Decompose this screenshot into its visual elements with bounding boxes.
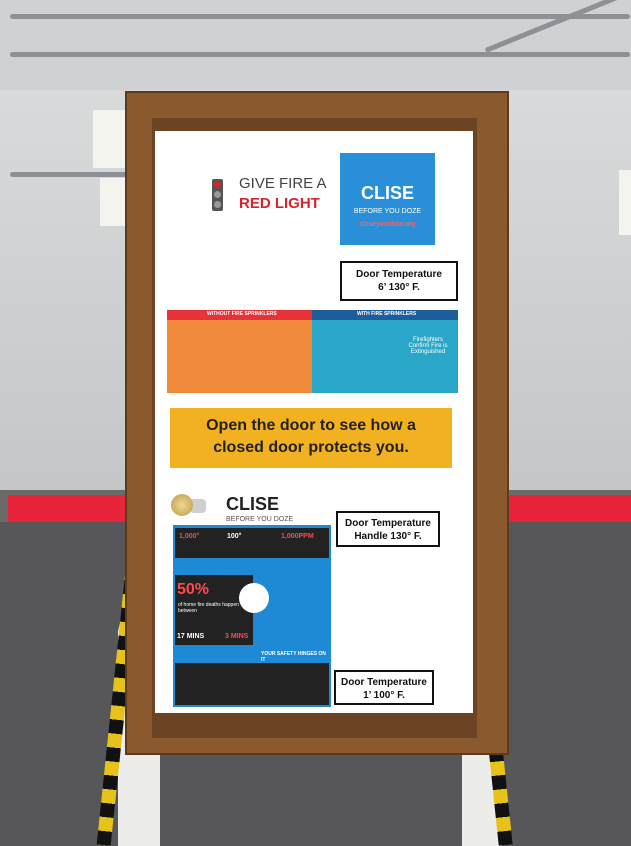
tent-window: [619, 170, 631, 235]
percent-stat: 50%: [177, 581, 210, 598]
sign-line-2: RED LIGHT: [239, 195, 320, 212]
stat-3: 1,000PPM: [281, 533, 314, 540]
open-sign-line-1: Open the door to see how a: [206, 417, 416, 434]
roof-pipe: [10, 14, 630, 19]
logo-subtitle: BEFORE YOU DOZE: [226, 516, 294, 523]
tent-red-band: [8, 495, 140, 522]
open-door-sign: Open the door to see how a closed door p…: [170, 408, 452, 468]
without-sprinklers-side: [167, 310, 312, 393]
without-label: WITHOUT FIRE SPRINKLERS: [207, 311, 277, 317]
sprinkler-comparison-panel: WITHOUT FIRE SPRINKLERS WITH FIRE SPRINK…: [167, 310, 458, 393]
close-before-you-doze-logo-2: CLISE BEFORE YOU DOZE: [226, 494, 293, 523]
temp-label: Door Temperature: [356, 269, 442, 280]
temp-label: Door Temperature: [345, 518, 431, 529]
stat-2: 100°: [227, 533, 242, 540]
temp-value: Handle 130° F.: [354, 531, 422, 542]
roof-pipe: [10, 52, 630, 57]
door-temp-sign-top: Door Temperature 6’ 130° F.: [340, 261, 458, 301]
open-sign-line-2: closed door protects you.: [213, 439, 409, 456]
tent-window: [100, 178, 127, 226]
logo-url: closeyourdoor.org: [359, 221, 416, 228]
safety-hinges-text: YOUR SAFETY HINGES ON IT: [261, 651, 326, 663]
door-temp-sign-bottom: Door Temperature 1’ 100° F.: [334, 670, 434, 705]
temp-value: 1’ 100° F.: [363, 690, 405, 701]
photo-scene: GIVE FIRE A RED LIGHT CLISE BEFORE YOU D…: [0, 0, 631, 846]
timer-2: 3 MINS: [225, 633, 249, 640]
timer-1: 17 MINS: [177, 633, 205, 640]
logo-title: CLISE: [360, 183, 414, 203]
close-before-you-doze-logo: CLISE BEFORE YOU DOZE closeyourdoor.org: [340, 153, 435, 245]
temp-label: Door Temperature: [341, 677, 427, 688]
moon-icon: [239, 583, 269, 613]
infographic-bottom-band: [175, 663, 329, 705]
tent-window: [93, 110, 126, 168]
door-temp-sign-handle: Door Temperature Handle 130° F.: [336, 511, 440, 547]
door-handle[interactable]: [171, 494, 193, 516]
with-label: WITH FIRE SPRINKLERS: [357, 311, 417, 317]
logo-subtitle: BEFORE YOU DOZE: [353, 208, 422, 215]
close-door-infographic: 1,000° 100° 1,000PPM 50% of home fire de…: [173, 525, 331, 707]
traffic-light-icon: [212, 179, 223, 211]
temp-value: 6’ 130° F.: [378, 282, 420, 293]
extinguished-note: Firefighters Confirm Fire is Extinguishe…: [408, 337, 448, 355]
stat-1: 1,000°: [179, 533, 200, 540]
sign-line-1: GIVE FIRE A: [239, 175, 327, 192]
logo-title: CLISE: [226, 494, 280, 514]
